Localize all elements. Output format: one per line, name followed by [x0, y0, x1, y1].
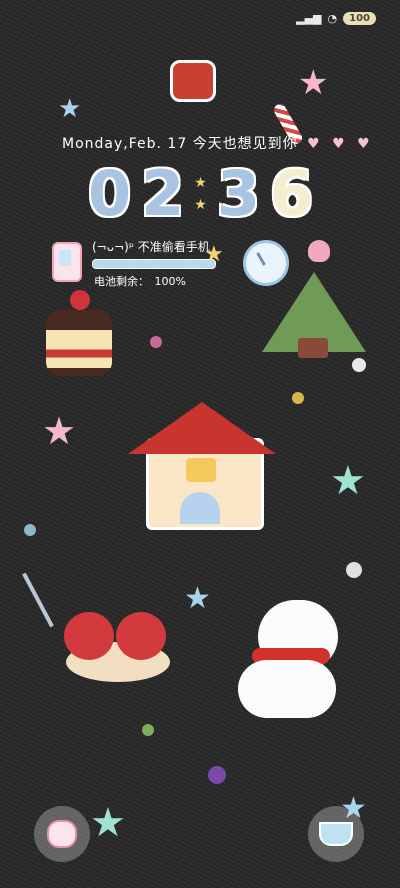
battery-indicator: 100 [343, 12, 376, 25]
house-window [186, 458, 216, 482]
left-shortcut-button[interactable] [34, 806, 90, 862]
battery-progress-fill [93, 260, 215, 268]
puppy-body [238, 660, 336, 718]
lock-clock: 0 2 ★ ★ 3 6 [86, 157, 314, 230]
gem-icon [346, 562, 362, 578]
clock-hour-ones: 2 [140, 157, 186, 230]
strawberry-icon [64, 612, 114, 660]
star-icon: ★ [58, 94, 82, 124]
tree-pot [298, 338, 328, 358]
battery-percent: 100% [154, 275, 186, 288]
cake-sticker [46, 310, 112, 376]
status-bar: ▂▄▆ ◔ 100 [296, 12, 376, 25]
strawberry-icon [116, 612, 166, 660]
star-icon: ★ [204, 242, 224, 267]
star-icon: ★ [298, 63, 329, 103]
gem-icon [24, 524, 36, 536]
clock-hour-tens: 0 [86, 157, 132, 230]
message-text: 今天也想见到你 [192, 136, 298, 152]
wifi-icon: ◔ [327, 12, 338, 25]
strawberry-icon [70, 290, 90, 310]
star-icon: ★ [184, 581, 211, 616]
teacup-icon [319, 822, 353, 846]
house-roof [128, 402, 276, 454]
date-text: Monday,Feb. 17 [62, 136, 188, 152]
date-line: Monday,Feb. 17 今天也想见到你 ♥ ♥ ♥ [62, 133, 374, 153]
gem-icon [142, 724, 154, 736]
fork-icon [22, 572, 54, 628]
clock-minute-ones: 6 [268, 157, 314, 230]
clock-minute-tens: 3 [215, 157, 261, 230]
star-icon: ★ [330, 458, 366, 504]
gem-icon [352, 358, 366, 372]
signal-icon: ▂▄▆ [296, 12, 322, 25]
battery-label: 电池剩余： [94, 275, 149, 288]
phone-icon [52, 242, 82, 282]
hearts-icon: ♥ ♥ ♥ [307, 136, 374, 152]
star-icon: ★ [90, 800, 126, 846]
clock-separator-icon: ★ ★ [194, 175, 207, 213]
battery-remaining: 电池剩余： 100% [92, 273, 186, 289]
battery-progress-bar [92, 259, 216, 269]
tease-text: (¬ᴗ¬)ᵖ 不准偷看手机 [92, 240, 210, 254]
gem-icon [292, 392, 304, 404]
tulip-sticker [308, 240, 330, 262]
apple-icon [47, 820, 77, 848]
gem-icon [150, 336, 162, 348]
stocking-sticker [170, 60, 216, 102]
star-icon: ★ [42, 409, 77, 453]
gem-icon [208, 766, 226, 784]
right-shortcut-button[interactable] [308, 806, 364, 862]
house-door [180, 492, 220, 524]
